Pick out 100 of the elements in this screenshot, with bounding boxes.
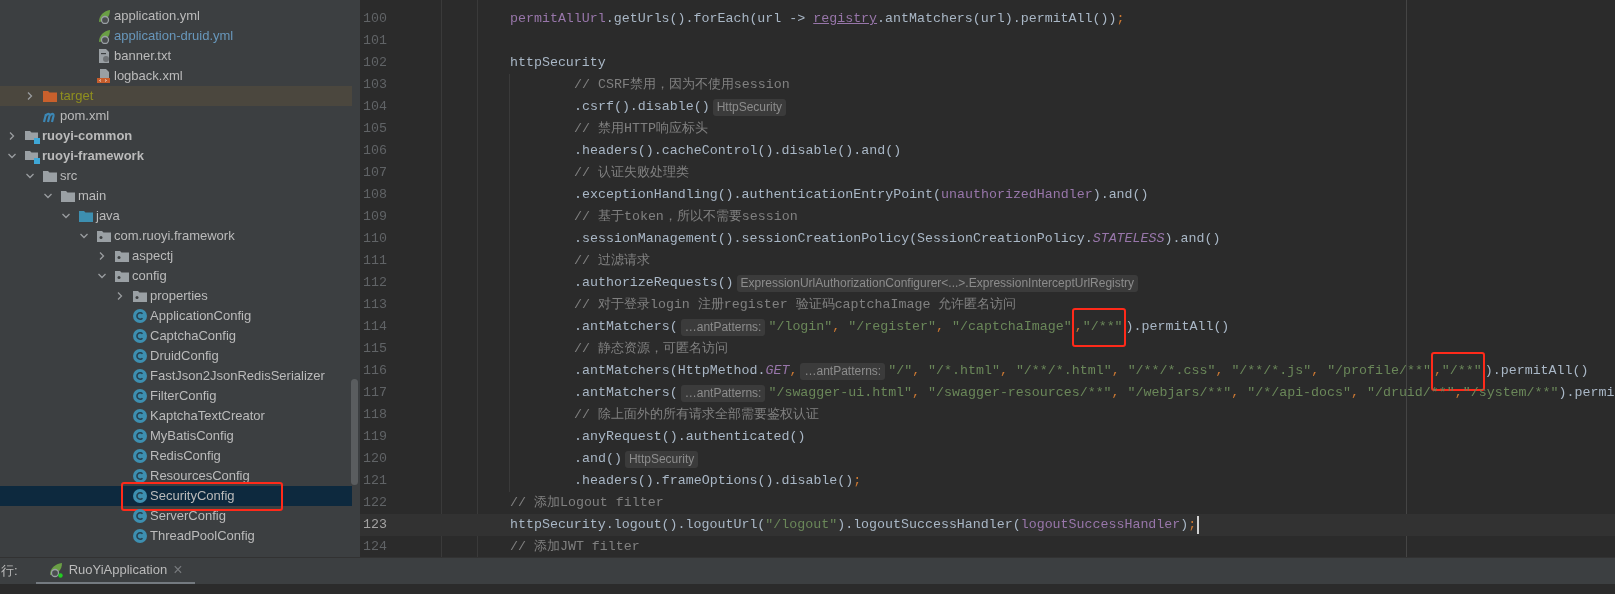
- tree-item[interactable]: main: [78, 186, 107, 206]
- code-comment: // 过滤请求: [574, 252, 650, 270]
- chevron-right-icon[interactable]: [7, 131, 17, 141]
- code-text: ).permitAll(): [1125, 318, 1230, 336]
- tree-item[interactable]: RedisConfig: [150, 446, 221, 466]
- line-number: 100: [362, 10, 387, 28]
- tree-item[interactable]: ResourcesConfig: [150, 466, 250, 486]
- tree-item[interactable]: config: [132, 266, 167, 286]
- tree-item[interactable]: banner.txt: [114, 46, 172, 66]
- text-caret: [1197, 516, 1200, 534]
- tree-item[interactable]: src: [60, 166, 78, 186]
- chevron-down-icon[interactable]: [43, 191, 53, 201]
- tree-item[interactable]: aspectj: [132, 246, 174, 266]
- code-text: .exceptionHandling().authenticationEntryPoint(unauthorizedHandler).and(): [574, 186, 1149, 204]
- code-text: ,"/**": [1433, 362, 1482, 380]
- code-comment: // 添加Logout filter: [510, 494, 664, 512]
- line-number: 116: [362, 362, 387, 380]
- tree-item[interactable]: ruoyi-common: [42, 126, 133, 146]
- inlay-hint: ExpressionUrlAuthorizationConfigurer<...>.ExpressionInterceptUrlRegistry: [736, 274, 1139, 292]
- scrollbar-thumb[interactable]: [351, 379, 358, 485]
- chevron-down-icon[interactable]: [61, 211, 71, 221]
- line-number: 102: [362, 54, 387, 72]
- chevron-down-icon[interactable]: [25, 171, 35, 181]
- class-icon: [132, 348, 148, 364]
- tree-item[interactable]: MyBatisConfig: [150, 426, 234, 446]
- tree-item[interactable]: SecurityConfig: [150, 486, 235, 506]
- tree-item[interactable]: properties: [150, 286, 208, 306]
- line-number: 112: [362, 274, 387, 292]
- line-number: 117: [362, 384, 387, 402]
- code-comment: // 除上面外的所有请求全部需要鉴权认证: [574, 406, 819, 424]
- line-number: 105: [362, 120, 387, 138]
- line-number: 122: [362, 494, 387, 512]
- code-text: .sessionManagement().sessionCreationPolicy(SessionCreationPolicy.STATELESS).and(): [574, 230, 1221, 248]
- tree-item[interactable]: application-druid.yml: [114, 26, 234, 46]
- tree-item[interactable]: application.yml: [114, 6, 200, 26]
- class-icon: [132, 408, 148, 424]
- line-number: 111: [362, 252, 387, 270]
- tab-label: RuoYiApplication: [68, 560, 168, 579]
- tree-item[interactable]: ApplicationConfig: [150, 306, 252, 326]
- folder-icon: [60, 188, 76, 204]
- selected-row[interactable]: [0, 486, 352, 506]
- tree-item[interactable]: FilterConfig: [150, 386, 217, 406]
- chevron-down-icon[interactable]: [7, 151, 17, 161]
- tree-item[interactable]: com.ruoyi.framework: [114, 226, 235, 246]
- code-text: permitAllUrl.getUrls().forEach(url -> registry.antMatchers(url).permitAll());: [510, 10, 1125, 28]
- package-icon: [96, 228, 112, 244]
- class-icon: [132, 368, 148, 384]
- folder-icon: [42, 168, 58, 184]
- line-number: 114: [362, 318, 387, 336]
- code-text: .and(): [574, 450, 622, 468]
- chevron-right-icon[interactable]: [25, 91, 35, 101]
- code-text: "/swagger-ui.html", "/swagger-resources/**", "/webjars/**", "/*/api-docs", "/druid/**","/system/**").permi: [768, 384, 1615, 402]
- module-folder-icon: [24, 148, 40, 164]
- code-text: httpSecurity: [510, 54, 606, 72]
- leaf-gear-icon: [96, 28, 112, 44]
- code-text: ,"/**": [1074, 318, 1123, 336]
- line-number: 104: [362, 98, 387, 116]
- tree-item[interactable]: java: [96, 206, 120, 226]
- tree-item[interactable]: FastJson2JsonRedisSerializer: [150, 366, 325, 386]
- code-comment: // 静态资源，可匿名访问: [574, 340, 728, 358]
- inlay-hint: …antPatterns:: [800, 362, 886, 380]
- line-number: 124: [362, 538, 387, 556]
- line-number: 113: [362, 296, 387, 314]
- panel-label: 行:: [1, 562, 18, 581]
- tree-item[interactable]: KaptchaTextCreator: [150, 406, 265, 426]
- line-number: 115: [362, 340, 387, 358]
- chevron-down-icon[interactable]: [97, 271, 107, 281]
- line-number: 106: [362, 142, 387, 160]
- tree-item[interactable]: logback.xml: [114, 66, 183, 86]
- package-icon: [132, 288, 148, 304]
- code-text: .authorizeRequests(): [574, 274, 734, 292]
- module-folder-icon: [24, 128, 40, 144]
- tree-item[interactable]: ruoyi-framework: [42, 146, 144, 166]
- chevron-down-icon[interactable]: [79, 231, 89, 241]
- tree-item[interactable]: CaptchaConfig: [150, 326, 236, 346]
- code-comment: // 禁用HTTP响应标头: [574, 120, 708, 138]
- tree-item[interactable]: pom.xml: [60, 106, 110, 126]
- chevron-right-icon[interactable]: [97, 251, 107, 261]
- class-icon: [132, 428, 148, 444]
- tree-item[interactable]: DruidConfig: [150, 346, 219, 366]
- code-text: .headers().cacheControl().disable().and(): [574, 142, 902, 160]
- folder-icon: [42, 88, 58, 104]
- code-comment: // 对于登录login 注册register 验证码captchaImage 允许匿名访问: [574, 296, 1017, 314]
- code-text: .antMatchers(: [574, 384, 678, 402]
- class-icon: [132, 528, 148, 544]
- code-text: "/", "/*.html", "/**/*.html", "/**/*.css", "/**/*.js", "/profile/**": [888, 362, 1431, 380]
- code-text: .anyRequest().authenticated(): [574, 428, 806, 446]
- class-icon: [132, 508, 148, 524]
- tree-item[interactable]: ThreadPoolConfig: [150, 526, 255, 546]
- line-number: 107: [362, 164, 387, 182]
- excluded-row[interactable]: [0, 86, 352, 106]
- package-icon: [114, 248, 130, 264]
- package-icon: [114, 268, 130, 284]
- code-text: httpSecurity.logout().logoutUrl("/logout").logoutSuccessHandler(logoutSuccessHandler);: [510, 516, 1197, 534]
- line-number: 101: [362, 32, 387, 50]
- line-number: 110: [362, 230, 387, 248]
- chevron-right-icon[interactable]: [115, 291, 125, 301]
- tree-item[interactable]: ServerConfig: [150, 506, 226, 526]
- leaf-gear-icon: [47, 561, 64, 578]
- code-text: .antMatchers(: [574, 318, 678, 336]
